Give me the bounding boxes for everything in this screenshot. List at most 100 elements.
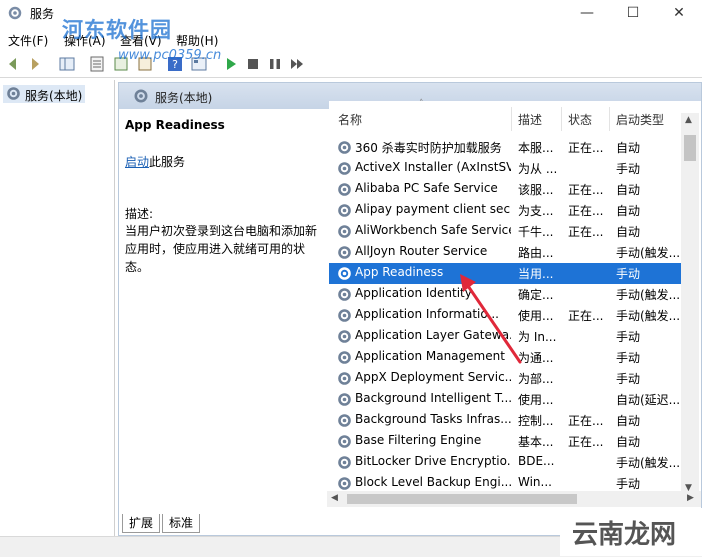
column-divider[interactable] [561,107,562,131]
service-row[interactable]: AllJoyn Router Service 路由... 手动(触发... [329,242,683,263]
service-row[interactable]: Alipay payment client sec... 为支... 正在... 自动 [329,200,683,221]
service-gear-icon [338,351,351,364]
start-service-link[interactable]: 启动 [125,155,149,169]
tab-extended[interactable]: 扩展 [122,514,161,533]
back-icon[interactable] [4,55,22,73]
service-row[interactable]: ActiveX Installer (AxInstSV) 为从 ... 手动 [329,158,683,179]
service-row[interactable]: AppX Deployment Servic... 为部... 手动 [329,368,683,389]
service-desc: 为从 ... [518,162,558,176]
service-startup: 手动(触发... [616,246,681,260]
show-hide-tree-icon[interactable] [58,55,76,73]
stop-icon[interactable] [244,55,262,73]
service-startup: 自动 [616,183,641,197]
service-row[interactable]: Background Intelligent T... 使用... 自动(延迟... [329,389,683,410]
restart-icon[interactable] [288,55,306,73]
menu-file[interactable]: 文件(F) [8,32,48,49]
service-details-pane: App Readiness 启动此服务 描述: 当用户初次登录到这台电脑和添加新… [119,109,319,519]
service-startup: 自动 [616,414,641,428]
service-startup: 手动 [616,372,641,386]
service-row[interactable]: 360 杀毒实时防护加载服务 本服... 正在... 自动 [329,137,683,158]
service-startup: 自动 [616,204,641,218]
minimize-button[interactable]: — [564,0,610,26]
service-desc: 为支... [518,204,554,218]
service-desc: 该服... [518,183,554,197]
service-desc: 路由... [518,246,554,260]
service-startup: 手动(触发... [616,456,681,470]
service-name: ActiveX Installer (AxInstSV) [355,160,511,174]
service-row[interactable]: Base Filtering Engine 基本... 正在... 自动 [329,431,683,452]
services-gear-icon [134,89,148,103]
column-header-status[interactable]: 状态 [568,111,592,131]
service-name: Application Identity [355,286,472,300]
horizontal-scroll-thumb[interactable] [347,494,577,504]
service-desc: BDE... [518,454,555,468]
selected-service-name: App Readiness [125,118,225,132]
service-startup: 手动 [616,330,641,344]
service-name: BitLocker Drive Encryptio... [355,454,511,468]
maximize-button[interactable]: ☐ [610,0,656,26]
service-name: Alibaba PC Safe Service [355,181,498,195]
start-icon[interactable] [222,55,240,73]
service-desc: 使用... [518,393,554,407]
service-row[interactable]: Application Layer Gatewa... 为 In... 手动 [329,326,683,347]
column-header-name[interactable]: 名称 [338,111,362,131]
service-gear-icon [338,435,351,448]
service-name: Application Layer Gatewa... [355,328,511,342]
tab-standard[interactable]: 标准 [162,514,201,533]
service-row[interactable]: Background Tasks Infras... 控制... 正在... 自动 [329,410,683,431]
service-startup: 手动(触发... [616,288,681,302]
service-desc: 为部... [518,372,554,386]
close-button[interactable]: ✕ [656,0,702,26]
column-header-desc[interactable]: 描述 [518,111,542,131]
service-desc: Win... [518,475,552,489]
service-gear-icon [338,183,351,196]
horizontal-scrollbar[interactable]: ◀ ▶ [327,491,701,507]
service-gear-icon [338,330,351,343]
column-divider[interactable] [609,107,610,131]
service-status: 正在... [568,183,604,197]
view-tabs: 扩展 标准 [118,512,418,534]
window-title: 服务 [30,7,55,21]
service-status: 正在... [568,204,604,218]
description-text: 当用户初次登录到这台电脑和添加新应用时，使应用进入就绪可用的状态。 [125,224,318,274]
pause-icon[interactable] [266,55,284,73]
scroll-up-icon[interactable]: ▲ [685,115,692,125]
menu-help[interactable]: 帮助(H) [176,32,218,49]
scroll-left-icon[interactable]: ◀ [331,493,338,503]
service-startup: 手动 [616,162,641,176]
service-gear-icon [338,372,351,385]
service-desc: 基本... [518,435,554,449]
service-row[interactable]: Alibaba PC Safe Service 该服... 正在... 自动 [329,179,683,200]
service-row[interactable]: Application Management 为通... 手动 [329,347,683,368]
properties-icon[interactable] [88,55,106,73]
watermark-url: www.pc0359.cn [118,48,222,63]
column-divider[interactable] [511,107,512,131]
scroll-right-icon[interactable]: ▶ [687,493,694,503]
service-row[interactable]: Application Informatio... 使用... 正在... 手动(触发… [329,305,683,326]
scroll-thumb[interactable] [684,135,696,161]
service-gear-icon [338,414,351,427]
service-row[interactable]: Application Identity 确定... 手动(触发... [329,284,683,305]
column-header-startup[interactable]: 启动类型 [616,111,664,131]
service-desc: 本服... [518,141,554,155]
corner-watermark: 云南龙网 [560,508,702,556]
service-name: Background Intelligent T... [355,391,511,405]
service-gear-icon [338,225,351,238]
start-service-suffix: 此服务 [149,155,186,169]
forward-icon[interactable] [26,55,44,73]
service-status: 正在... [568,141,604,155]
services-gear-icon [8,6,22,20]
service-gear-icon [338,456,351,469]
service-status: 正在... [568,309,604,323]
service-row-selected[interactable]: App Readiness 当用... 手动 [329,263,683,284]
vertical-scrollbar[interactable]: ▲ ▼ [681,113,699,497]
service-row[interactable]: AliWorkbench Safe Service 千牛... 正在... 自动 [329,221,683,242]
service-startup: 自动 [616,435,641,449]
service-startup: 自动(延迟... [616,393,681,407]
service-row[interactable]: BitLocker Drive Encryptio... BDE... 手动(触发.… [329,452,683,473]
service-startup: 自动 [616,141,641,155]
toolbar: ? [0,51,702,78]
tree-item-label: 服务(本地) [25,89,83,103]
service-gear-icon [338,267,351,280]
service-name: Alipay payment client sec... [355,202,511,216]
